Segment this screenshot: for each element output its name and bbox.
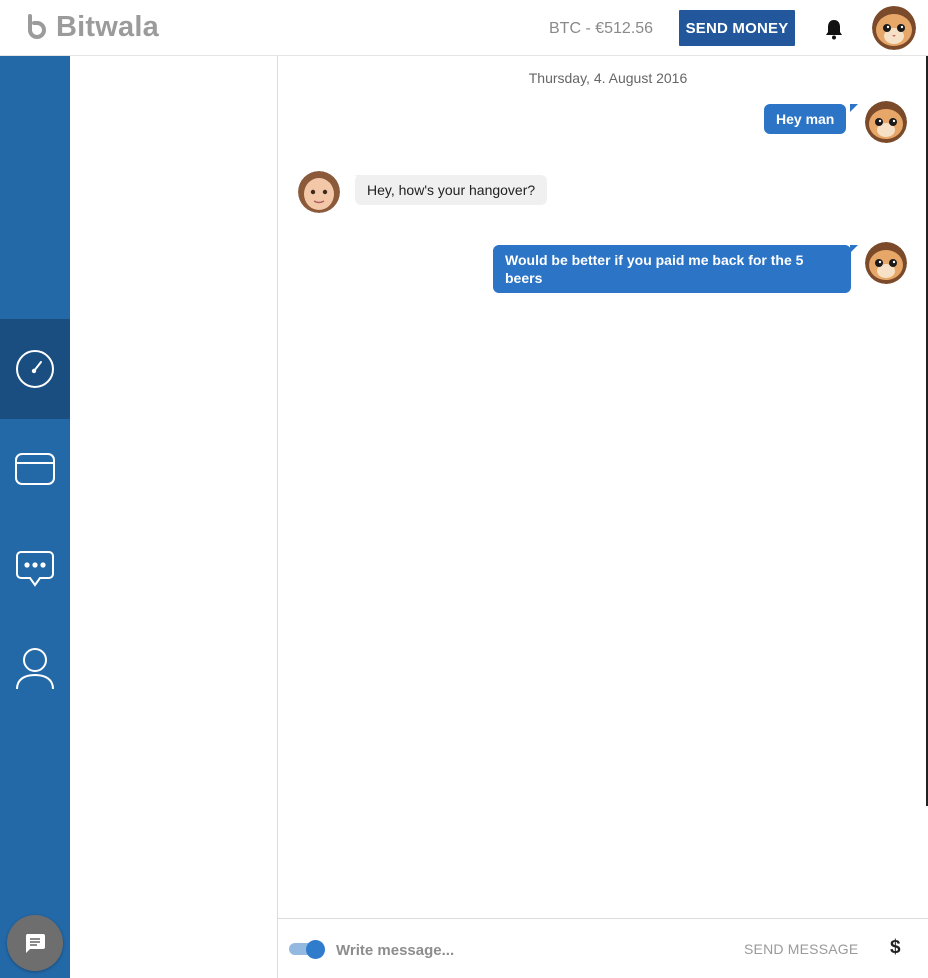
logo-text: Bitwala	[56, 10, 159, 43]
bitwala-logo-icon	[28, 14, 46, 39]
dollar-icon[interactable]: $	[890, 937, 901, 959]
send-money-button[interactable]: SEND MONEY	[679, 10, 795, 46]
sidebar-item-profile[interactable]	[0, 619, 70, 719]
bitwala-logo[interactable]: Bitwala	[26, 10, 159, 44]
sidebar-item-dashboard[interactable]	[0, 319, 70, 419]
message-bubble-outgoing: Would be better if you paid me back for …	[493, 245, 851, 293]
message-text: Hey man	[776, 111, 835, 127]
cat-avatar-icon	[872, 6, 916, 50]
user-avatar[interactable]	[872, 6, 916, 50]
baby-avatar-icon	[298, 171, 340, 213]
message-input[interactable]	[336, 939, 716, 961]
message-icon	[25, 934, 45, 953]
bubble-tail	[850, 104, 858, 112]
top-header: Bitwala BTC - €512.56 SEND MONEY	[0, 0, 928, 56]
payment-toggle[interactable]	[289, 940, 325, 959]
message-composer: SEND MESSAGE $	[278, 918, 928, 978]
cat-avatar-icon	[865, 242, 907, 284]
contact-avatar	[298, 171, 340, 213]
toggle-knob	[306, 940, 325, 959]
bell-icon[interactable]	[823, 18, 845, 40]
bubble-tail	[850, 245, 858, 253]
open-chat-button[interactable]	[7, 915, 63, 971]
sidebar-item-cards[interactable]	[0, 419, 70, 519]
conversation-list-panel	[70, 56, 278, 978]
date-separator: Thursday, 4. August 2016	[528, 70, 688, 86]
message-text: Would be better if you paid me back for …	[505, 252, 804, 286]
chat-panel: Thursday, 4. August 2016 Hey man Hey, ho…	[278, 56, 928, 978]
sidebar-item-chat[interactable]	[0, 519, 70, 619]
btc-balance: BTC - €512.56	[549, 20, 654, 37]
send-message-button[interactable]: SEND MESSAGE	[744, 941, 858, 957]
chat-bubble-icon	[16, 551, 54, 587]
message-bubble-incoming: Hey, how's your hangover?	[355, 175, 548, 205]
message-text: Hey, how's your hangover?	[367, 182, 536, 198]
message-bubble-outgoing: Hey man	[764, 104, 847, 134]
sender-avatar	[865, 101, 907, 143]
user-icon	[16, 648, 54, 690]
card-icon	[15, 453, 55, 485]
dashboard-gauge-icon	[16, 350, 54, 388]
cat-avatar-icon	[865, 101, 907, 143]
sender-avatar	[865, 242, 907, 284]
sidebar	[0, 56, 70, 978]
